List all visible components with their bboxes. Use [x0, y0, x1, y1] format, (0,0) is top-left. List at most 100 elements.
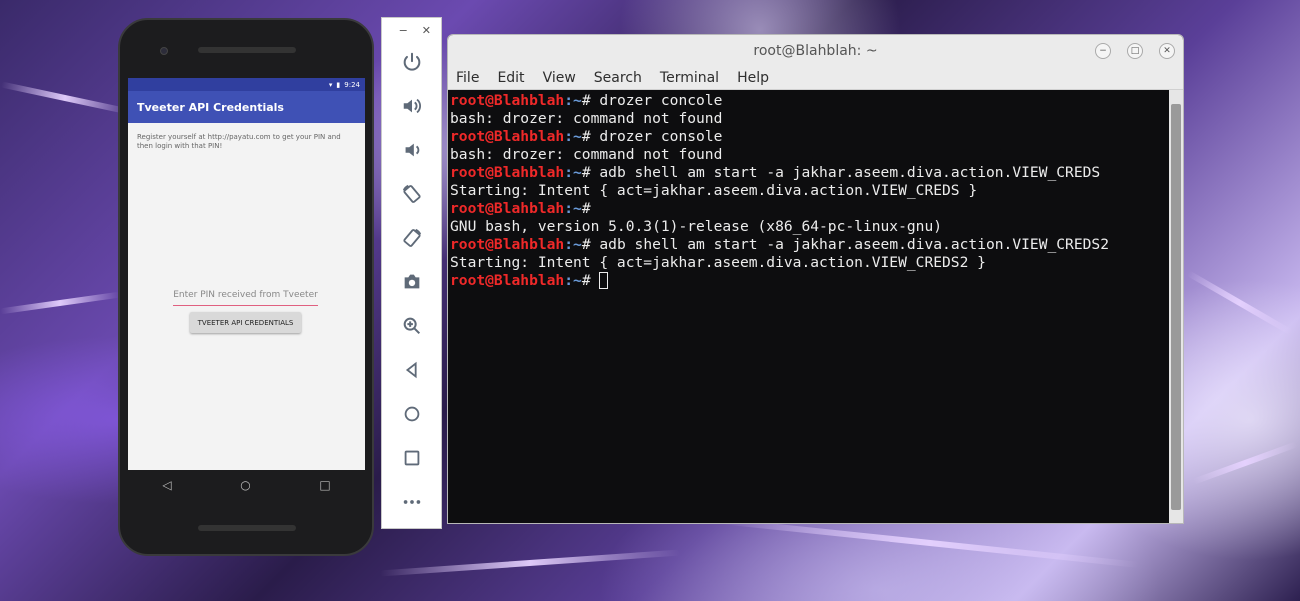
nav-recents-icon[interactable]: □: [319, 478, 330, 492]
minimize-button[interactable]: −: [1095, 43, 1111, 59]
prompt-symbol: #: [581, 272, 600, 289]
back-icon: [405, 361, 417, 379]
phone-screen[interactable]: ▾ ▮ 9:24 Tveeter API Credentials Registe…: [128, 78, 365, 470]
screenshot-button[interactable]: [382, 267, 442, 297]
prompt-user: root@Blahblah: [450, 164, 565, 181]
wallpaper-streak: [1186, 270, 1294, 336]
prompt-symbol: #: [581, 164, 600, 181]
prompt-symbol: #: [581, 236, 600, 253]
terminal-command-line: root@Blahblah:~#: [450, 272, 1170, 290]
terminal-output-line: Starting: Intent { act=jakhar.aseem.diva…: [450, 254, 986, 271]
terminal-output-line: Starting: Intent { act=jakhar.aseem.diva…: [450, 182, 978, 199]
back-button[interactable]: [382, 355, 442, 385]
terminal-window: root@Blahblah: ~ − □ ✕ File Edit View Se…: [447, 34, 1184, 524]
volume-up-icon: [403, 98, 421, 114]
camera-icon: [404, 274, 420, 289]
power-icon: [403, 52, 421, 71]
prompt-user: root@Blahblah: [450, 272, 565, 289]
status-bar: ▾ ▮ 9:24: [128, 78, 365, 91]
prompt-path: :~: [564, 236, 582, 253]
prompt-symbol: #: [581, 92, 600, 109]
command-text: adb shell am start -a jakhar.aseem.diva.…: [599, 164, 1101, 181]
prompt-symbol: #: [581, 128, 600, 145]
terminal-command-line: root@Blahblah:~# drozer console: [450, 128, 1170, 146]
menu-bar: File Edit View Search Terminal Help: [448, 67, 1183, 90]
prompt-path: :~: [564, 92, 582, 109]
more-button[interactable]: [382, 487, 442, 517]
pin-input[interactable]: Enter PIN received from Tveeter: [173, 288, 318, 306]
zoom-icon: [403, 317, 421, 335]
terminal-command-line: root@Blahblah:~# adb shell am start -a j…: [450, 236, 1170, 254]
terminal-cursor: [599, 272, 609, 289]
menu-view[interactable]: View: [543, 70, 576, 86]
prompt-path: :~: [564, 200, 582, 217]
prompt-user: root@Blahblah: [450, 236, 565, 253]
terminal-output-line: bash: drozer: command not found: [450, 146, 723, 163]
prompt-user: root@Blahblah: [450, 92, 565, 109]
nav-home-icon[interactable]: ○: [240, 478, 250, 492]
home-button[interactable]: [382, 399, 442, 429]
toolbar-close-button[interactable]: ✕: [422, 24, 431, 40]
command-text: drozer console: [599, 128, 723, 145]
volume-up-button[interactable]: [382, 91, 442, 121]
android-nav-bar: ◁ ○ □: [128, 470, 365, 500]
maximize-button[interactable]: □: [1127, 43, 1143, 59]
volume-down-button[interactable]: [382, 135, 442, 165]
close-icon: ✕: [1163, 46, 1171, 56]
instructions-text: Register yourself at http://payatu.com t…: [137, 133, 341, 150]
wallpaper-streak: [720, 518, 1140, 568]
power-button[interactable]: [382, 47, 442, 77]
command-text: adb shell am start -a jakhar.aseem.diva.…: [599, 236, 1109, 253]
battery-icon: ▮: [336, 80, 341, 89]
maximize-icon: □: [1130, 46, 1140, 56]
app-bar: Tveeter API Credentials: [128, 91, 365, 123]
menu-file[interactable]: File: [456, 70, 479, 86]
wallpaper-streak: [1192, 441, 1298, 485]
prompt-path: :~: [564, 164, 582, 181]
title-bar: root@Blahblah: ~ − □ ✕: [448, 35, 1183, 67]
prompt-user: root@Blahblah: [450, 128, 565, 145]
wallpaper-streak: [0, 291, 120, 315]
wallpaper-streak: [380, 549, 680, 577]
menu-edit[interactable]: Edit: [497, 70, 524, 86]
prompt-symbol: #: [581, 200, 600, 217]
overview-button[interactable]: [382, 443, 442, 473]
scrollbar[interactable]: [1169, 90, 1183, 523]
rotate-left-icon: [402, 184, 421, 203]
window-title: root@Blahblah: ~: [753, 43, 878, 59]
menu-help[interactable]: Help: [737, 70, 769, 86]
terminal-command-line: root@Blahblah:~#: [450, 200, 1170, 218]
rotate-right-icon: [403, 228, 422, 247]
rotate-right-button[interactable]: [382, 223, 442, 253]
tveeter-credentials-button[interactable]: TVEETER API CREDENTIALS: [190, 312, 301, 333]
nav-back-icon[interactable]: ◁: [162, 478, 171, 492]
volume-down-icon: [405, 143, 420, 157]
more-icon: [403, 500, 421, 504]
minimize-icon: −: [1099, 46, 1107, 56]
app-title: Tveeter API Credentials: [137, 100, 284, 114]
menu-terminal[interactable]: Terminal: [660, 70, 719, 86]
terminal-command-line: root@Blahblah:~# drozer concole: [450, 92, 1170, 110]
command-text: drozer concole: [599, 92, 723, 109]
toolbar-minimize-button[interactable]: −: [399, 24, 408, 40]
status-time: 9:24: [344, 80, 360, 89]
menu-search[interactable]: Search: [594, 70, 642, 86]
scrollbar-thumb[interactable]: [1171, 104, 1181, 510]
earpiece-speaker: [198, 47, 296, 53]
emulator-toolbar: − ✕: [381, 17, 442, 529]
prompt-user: root@Blahblah: [450, 200, 565, 217]
wifi-icon: ▾: [328, 80, 333, 89]
prompt-path: :~: [564, 272, 582, 289]
terminal-command-line: root@Blahblah:~# adb shell am start -a j…: [450, 164, 1170, 182]
rotate-left-button[interactable]: [382, 179, 442, 209]
phone-bottom-speaker: [198, 525, 296, 531]
terminal-output-line: bash: drozer: command not found: [450, 110, 723, 127]
terminal-output-line: GNU bash, version 5.0.3(1)-release (x86_…: [450, 218, 943, 235]
android-emulator-phone: ▾ ▮ 9:24 Tveeter API Credentials Registe…: [118, 18, 374, 556]
camera-lens: [160, 47, 168, 55]
close-button[interactable]: ✕: [1159, 43, 1175, 59]
zoom-button[interactable]: [382, 311, 442, 341]
wallpaper-streak: [0, 81, 130, 115]
terminal-output[interactable]: root@Blahblah:~# drozer concole bash: dro…: [448, 90, 1170, 523]
overview-icon: [404, 450, 420, 466]
